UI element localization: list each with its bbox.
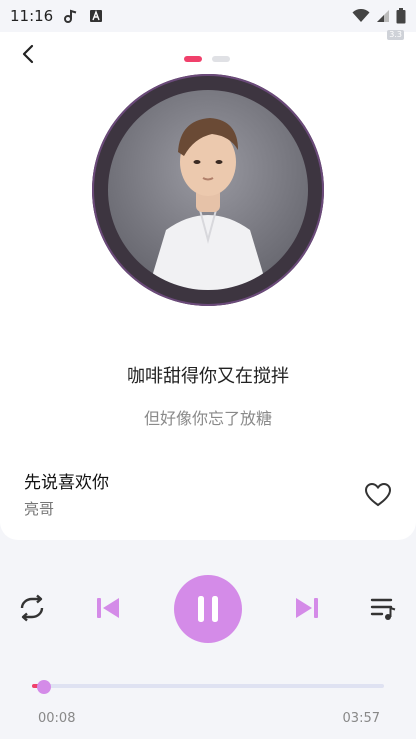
total-time: 03:57	[342, 711, 380, 726]
music-player-screen: 11:16 3.3 咖啡甜得你又在搅拌 但好像你忘了放糖 先说喜欢你 亮哥 00…	[0, 0, 416, 739]
battery-icon	[396, 8, 406, 24]
wifi-icon	[352, 9, 370, 23]
playback-controls	[0, 574, 416, 644]
album-disc	[92, 74, 324, 306]
music-note-icon	[63, 8, 79, 24]
page-indicator	[184, 56, 230, 62]
back-button[interactable]	[14, 40, 42, 68]
status-icons-left	[63, 8, 103, 24]
progress-track[interactable]	[32, 684, 384, 688]
play-pause-button[interactable]	[174, 575, 242, 643]
skip-previous-icon	[95, 597, 121, 619]
pause-icon	[195, 595, 221, 623]
chevron-left-icon	[21, 44, 35, 64]
previous-button[interactable]	[94, 594, 122, 622]
skip-next-icon	[294, 597, 320, 619]
current-time: 00:08	[38, 711, 76, 726]
lyric-current-line: 咖啡甜得你又在搅拌	[127, 366, 289, 387]
font-a-icon	[89, 9, 103, 23]
corner-badge: 3.3	[387, 30, 404, 40]
status-bar: 11:16	[0, 0, 416, 32]
heart-outline-icon	[364, 482, 392, 508]
next-button[interactable]	[293, 594, 321, 622]
playlist-button[interactable]	[368, 594, 398, 624]
lyric-next-line: 但好像你忘了放糖	[143, 409, 272, 428]
now-playing-card: 3.3 咖啡甜得你又在搅拌 但好像你忘了放糖 先说喜欢你 亮哥	[0, 30, 416, 540]
repeat-icon	[16, 594, 48, 622]
repeat-button[interactable]	[16, 592, 48, 624]
progress-thumb[interactable]	[37, 680, 51, 694]
song-artist[interactable]: 亮哥	[24, 498, 54, 519]
favorite-button[interactable]	[364, 482, 392, 508]
progress-bar[interactable]	[32, 680, 384, 694]
signal-icon	[376, 9, 390, 23]
album-art-image	[108, 90, 308, 290]
page-dot-active[interactable]	[184, 56, 202, 62]
status-time: 11:16	[10, 7, 54, 25]
playlist-icon	[369, 596, 397, 622]
status-icons-right	[352, 8, 406, 24]
page-dot[interactable]	[212, 56, 230, 62]
song-title: 先说喜欢你	[24, 473, 109, 493]
